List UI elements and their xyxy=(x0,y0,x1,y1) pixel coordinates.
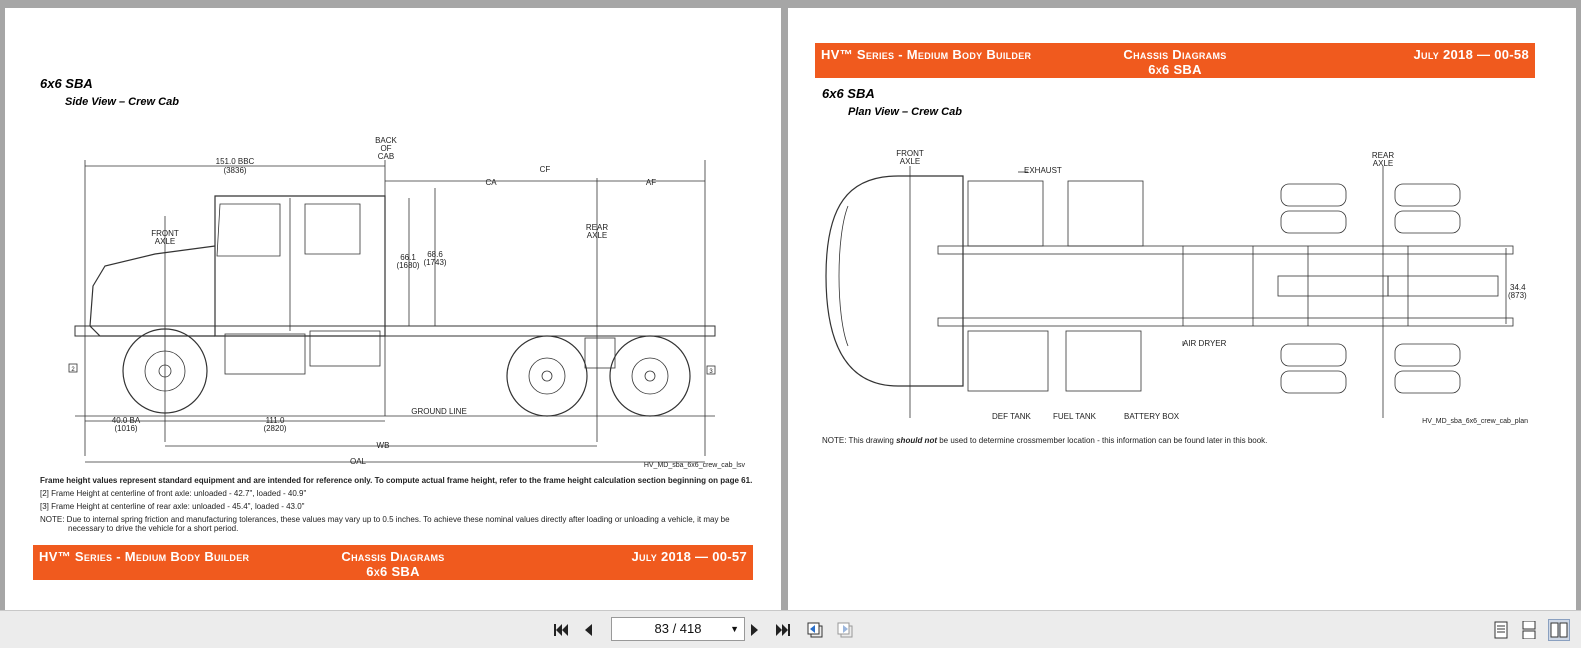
dim-width-mm: (873) xyxy=(1508,291,1527,300)
label-rear-axle-2: AXLE xyxy=(587,231,607,240)
single-page-view-icon xyxy=(1494,621,1508,639)
first-page-icon xyxy=(554,624,568,636)
frame-height-note: Frame height values represent standard e… xyxy=(40,476,753,485)
header-band: HV™ Series - Medium Body Builder Chassis… xyxy=(815,43,1535,78)
page-number-input[interactable]: 83 / 418 ▼ xyxy=(611,617,745,641)
dim-bbc-mm: (3836) xyxy=(223,166,246,175)
plan-view-drawing: FRONT AXLE EXHAUST REAR AXLE 34.4 (873) … xyxy=(825,149,1527,421)
label-battery-box: BATTERY BOX xyxy=(1124,412,1180,421)
front-axle-note: [2] Frame Height at centerline of front … xyxy=(40,489,307,498)
viewer-toolbar: 83 / 418 ▼ xyxy=(0,610,1581,648)
section-subtitle: Plan View – Crew Cab xyxy=(848,106,962,118)
continuous-view-icon xyxy=(1522,621,1536,639)
dim-h2-mm: (1743) xyxy=(423,258,446,267)
dim-cf: CF xyxy=(540,165,551,174)
label-back-of-cab-3: CAB xyxy=(378,152,394,161)
last-page-button[interactable] xyxy=(772,619,794,641)
facing-pages-view-icon xyxy=(1550,622,1568,638)
label-rear-axle-2: AXLE xyxy=(1373,159,1393,168)
crossmember-note: NOTE: This drawing should not be used to… xyxy=(822,436,1268,445)
file-reference: HV_MD_sba_6x6_crew_cab_lsv xyxy=(643,462,745,469)
dim-wb: WB xyxy=(377,441,390,450)
next-page-icon xyxy=(751,624,758,636)
continuous-view-button[interactable] xyxy=(1518,619,1540,641)
tolerance-note: NOTE: Due to internal spring friction an… xyxy=(40,515,730,524)
next-page-button[interactable] xyxy=(744,619,766,641)
label-fuel-tank: FUEL TANK xyxy=(1053,412,1097,421)
rear-axle-note: [3] Frame Height at centerline of rear a… xyxy=(40,502,305,511)
dim-oal: OAL xyxy=(350,457,367,466)
facing-pages-view-button[interactable] xyxy=(1548,619,1570,641)
prev-page-icon xyxy=(585,624,592,636)
label-front-axle-2: AXLE xyxy=(900,157,920,166)
section-title: 6x6 SBA xyxy=(822,86,875,101)
label-exhaust: EXHAUST xyxy=(1024,166,1062,175)
band-model: 6x6 SBA xyxy=(1148,62,1202,77)
band-page: July 2018 — 00-57 xyxy=(631,549,747,564)
single-page-view-button[interactable] xyxy=(1490,619,1512,641)
dim-bbc: 151.0 BBC xyxy=(216,157,255,166)
left-page: 6x6 SBA Side View – Crew Cab 151.0 BBC (… xyxy=(5,8,781,610)
footer-band: HV™ Series - Medium Body Builder Chassis… xyxy=(33,545,753,580)
section-subtitle: Side View – Crew Cab xyxy=(65,96,179,108)
page-indicator: 83 / 418 xyxy=(654,621,702,636)
right-page: HV™ Series - Medium Body Builder Chassis… xyxy=(788,8,1576,610)
label-ground-line: GROUND LINE xyxy=(411,407,467,416)
label-front-axle-2: AXLE xyxy=(155,237,175,246)
side-view-drawing: 151.0 BBC (3836) BACK OF CAB CA CF AF FR… xyxy=(68,136,716,466)
dim-111-mm: (2820) xyxy=(263,424,286,433)
file-reference: HV_MD_sba_6x6_crew_cab_plan xyxy=(1422,418,1528,425)
first-page-button[interactable] xyxy=(550,619,572,641)
last-page-icon xyxy=(776,624,790,636)
label-air-dryer: AIR DRYER xyxy=(1183,339,1227,348)
dim-ba-mm: (1016) xyxy=(114,424,137,433)
section-title: 6x6 SBA xyxy=(40,76,93,91)
prev-page-button[interactable] xyxy=(577,619,599,641)
chevron-down-icon[interactable]: ▼ xyxy=(730,618,739,640)
band-model: 6x6 SBA xyxy=(366,564,420,579)
dim-ca: CA xyxy=(485,178,497,187)
label-def-tank: DEF TANK xyxy=(992,412,1031,421)
history-back-button[interactable] xyxy=(804,619,826,641)
history-back-icon xyxy=(807,622,823,638)
band-page: July 2018 — 00-58 xyxy=(1413,47,1529,62)
history-forward-icon xyxy=(837,622,853,638)
dim-af: AF xyxy=(646,178,656,187)
history-forward-button[interactable] xyxy=(834,619,856,641)
dim-h1-mm: (1680) xyxy=(396,261,419,270)
tolerance-note-cont: necessary to drive the vehicle for a sho… xyxy=(68,524,239,533)
